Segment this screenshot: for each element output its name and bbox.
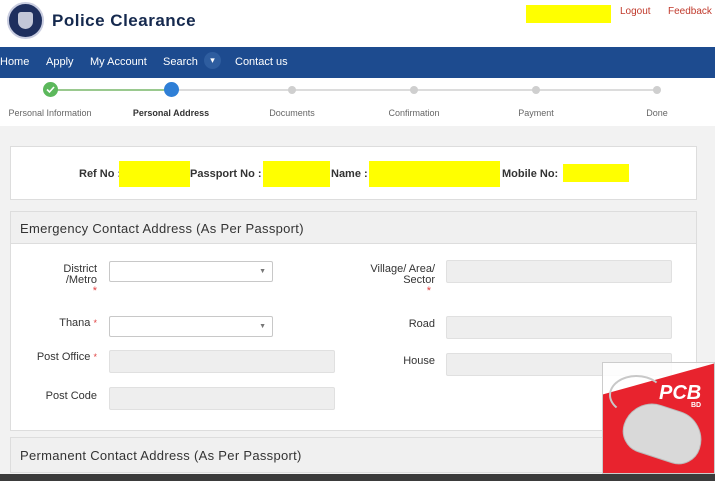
village-label-text: Village/ Area/ Sector (370, 263, 435, 286)
stepper-track-done (50, 89, 171, 91)
thana-select[interactable]: ▼ (109, 316, 273, 337)
step-label-confirmation: Confirmation (388, 108, 440, 118)
road-field[interactable] (446, 316, 672, 339)
emergency-contact-title: Emergency Contact Address (As Per Passpo… (20, 221, 304, 236)
redacted-name (369, 161, 500, 187)
panel-header: Emergency Contact Address (As Per Passpo… (11, 212, 696, 244)
police-clearance-page: Police Clearance Logout Feedback Home Ap… (0, 0, 715, 481)
post-office-label-text: Post Office (36, 351, 91, 363)
step-label-personal-address[interactable]: Personal Address (133, 108, 209, 118)
thana-label-text: Thana (59, 317, 91, 329)
watermark-subtext: BD (691, 402, 702, 409)
redacted-passport-no (263, 161, 330, 187)
village-area-sector-label: Village/ Area/ Sector * (359, 264, 435, 297)
required-marker: * (426, 285, 431, 297)
site-title[interactable]: Police Clearance (52, 11, 196, 31)
step-active-dot (164, 82, 179, 97)
step-pending-dot (410, 86, 418, 94)
district-label: District /Metro * (41, 264, 97, 297)
post-code-label: Post Code (45, 390, 97, 402)
post-code-field[interactable] (109, 387, 335, 410)
village-area-sector-field[interactable] (446, 260, 672, 283)
name-label: Name : (331, 168, 368, 180)
nav-contact-us[interactable]: Contact us (235, 56, 288, 68)
passport-no-label: Passport No : (190, 168, 262, 180)
house-label: House (403, 355, 435, 367)
road-label: Road (408, 318, 435, 330)
applicant-summary-panel: Ref No : Passport No : Name : Mobile No: (10, 146, 697, 200)
required-marker: * (93, 318, 97, 328)
pcb-watermark-logo: PCB BD (602, 362, 715, 474)
step-done-check-icon (43, 82, 58, 97)
step-label-documents: Documents (269, 108, 315, 118)
step-pending-dot (653, 86, 661, 94)
logout-link[interactable]: Logout (620, 6, 651, 17)
nav-my-account[interactable]: My Account (90, 56, 147, 68)
ref-no-label: Ref No : (79, 168, 122, 180)
district-select[interactable]: ▼ (109, 261, 273, 282)
caret-down-icon: ▼ (259, 323, 266, 330)
step-pending-dot (532, 86, 540, 94)
redacted-username (526, 5, 611, 23)
nav-home[interactable]: Home (0, 56, 29, 68)
post-office-field[interactable] (109, 350, 335, 373)
emergency-contact-panel: Emergency Contact Address (As Per Passpo… (10, 211, 697, 431)
permanent-contact-title: Permanent Contact Address (As Per Passpo… (20, 448, 302, 463)
post-office-label: Post Office * (21, 352, 97, 363)
step-label-payment: Payment (518, 108, 554, 118)
main-navbar: Home Apply My Account Search ▾ Contact u… (0, 47, 715, 78)
chevron-down-icon[interactable]: ▾ (204, 52, 221, 69)
step-label-done: Done (646, 108, 668, 118)
nav-apply[interactable]: Apply (46, 56, 74, 68)
step-label-personal-information[interactable]: Personal Information (8, 108, 91, 118)
mobile-no-label: Mobile No: (502, 168, 559, 180)
police-logo-icon[interactable] (7, 2, 44, 39)
required-marker: * (92, 285, 97, 297)
taskbar-strip (0, 474, 715, 481)
redacted-ref-no (119, 161, 190, 187)
redacted-mobile-no (563, 164, 629, 182)
step-pending-dot (288, 86, 296, 94)
permanent-contact-panel[interactable]: Permanent Contact Address (As Per Passpo… (10, 437, 697, 473)
feedback-link[interactable]: Feedback (668, 6, 712, 17)
progress-stepper: Personal Information Personal Address Do… (0, 78, 715, 126)
required-marker: * (93, 352, 97, 362)
caret-down-icon: ▼ (259, 268, 266, 275)
nav-search[interactable]: Search (163, 56, 198, 68)
district-label-text: District /Metro (63, 263, 97, 286)
thana-label: Thana * (41, 318, 97, 329)
site-header: Police Clearance Logout Feedback (0, 0, 715, 47)
